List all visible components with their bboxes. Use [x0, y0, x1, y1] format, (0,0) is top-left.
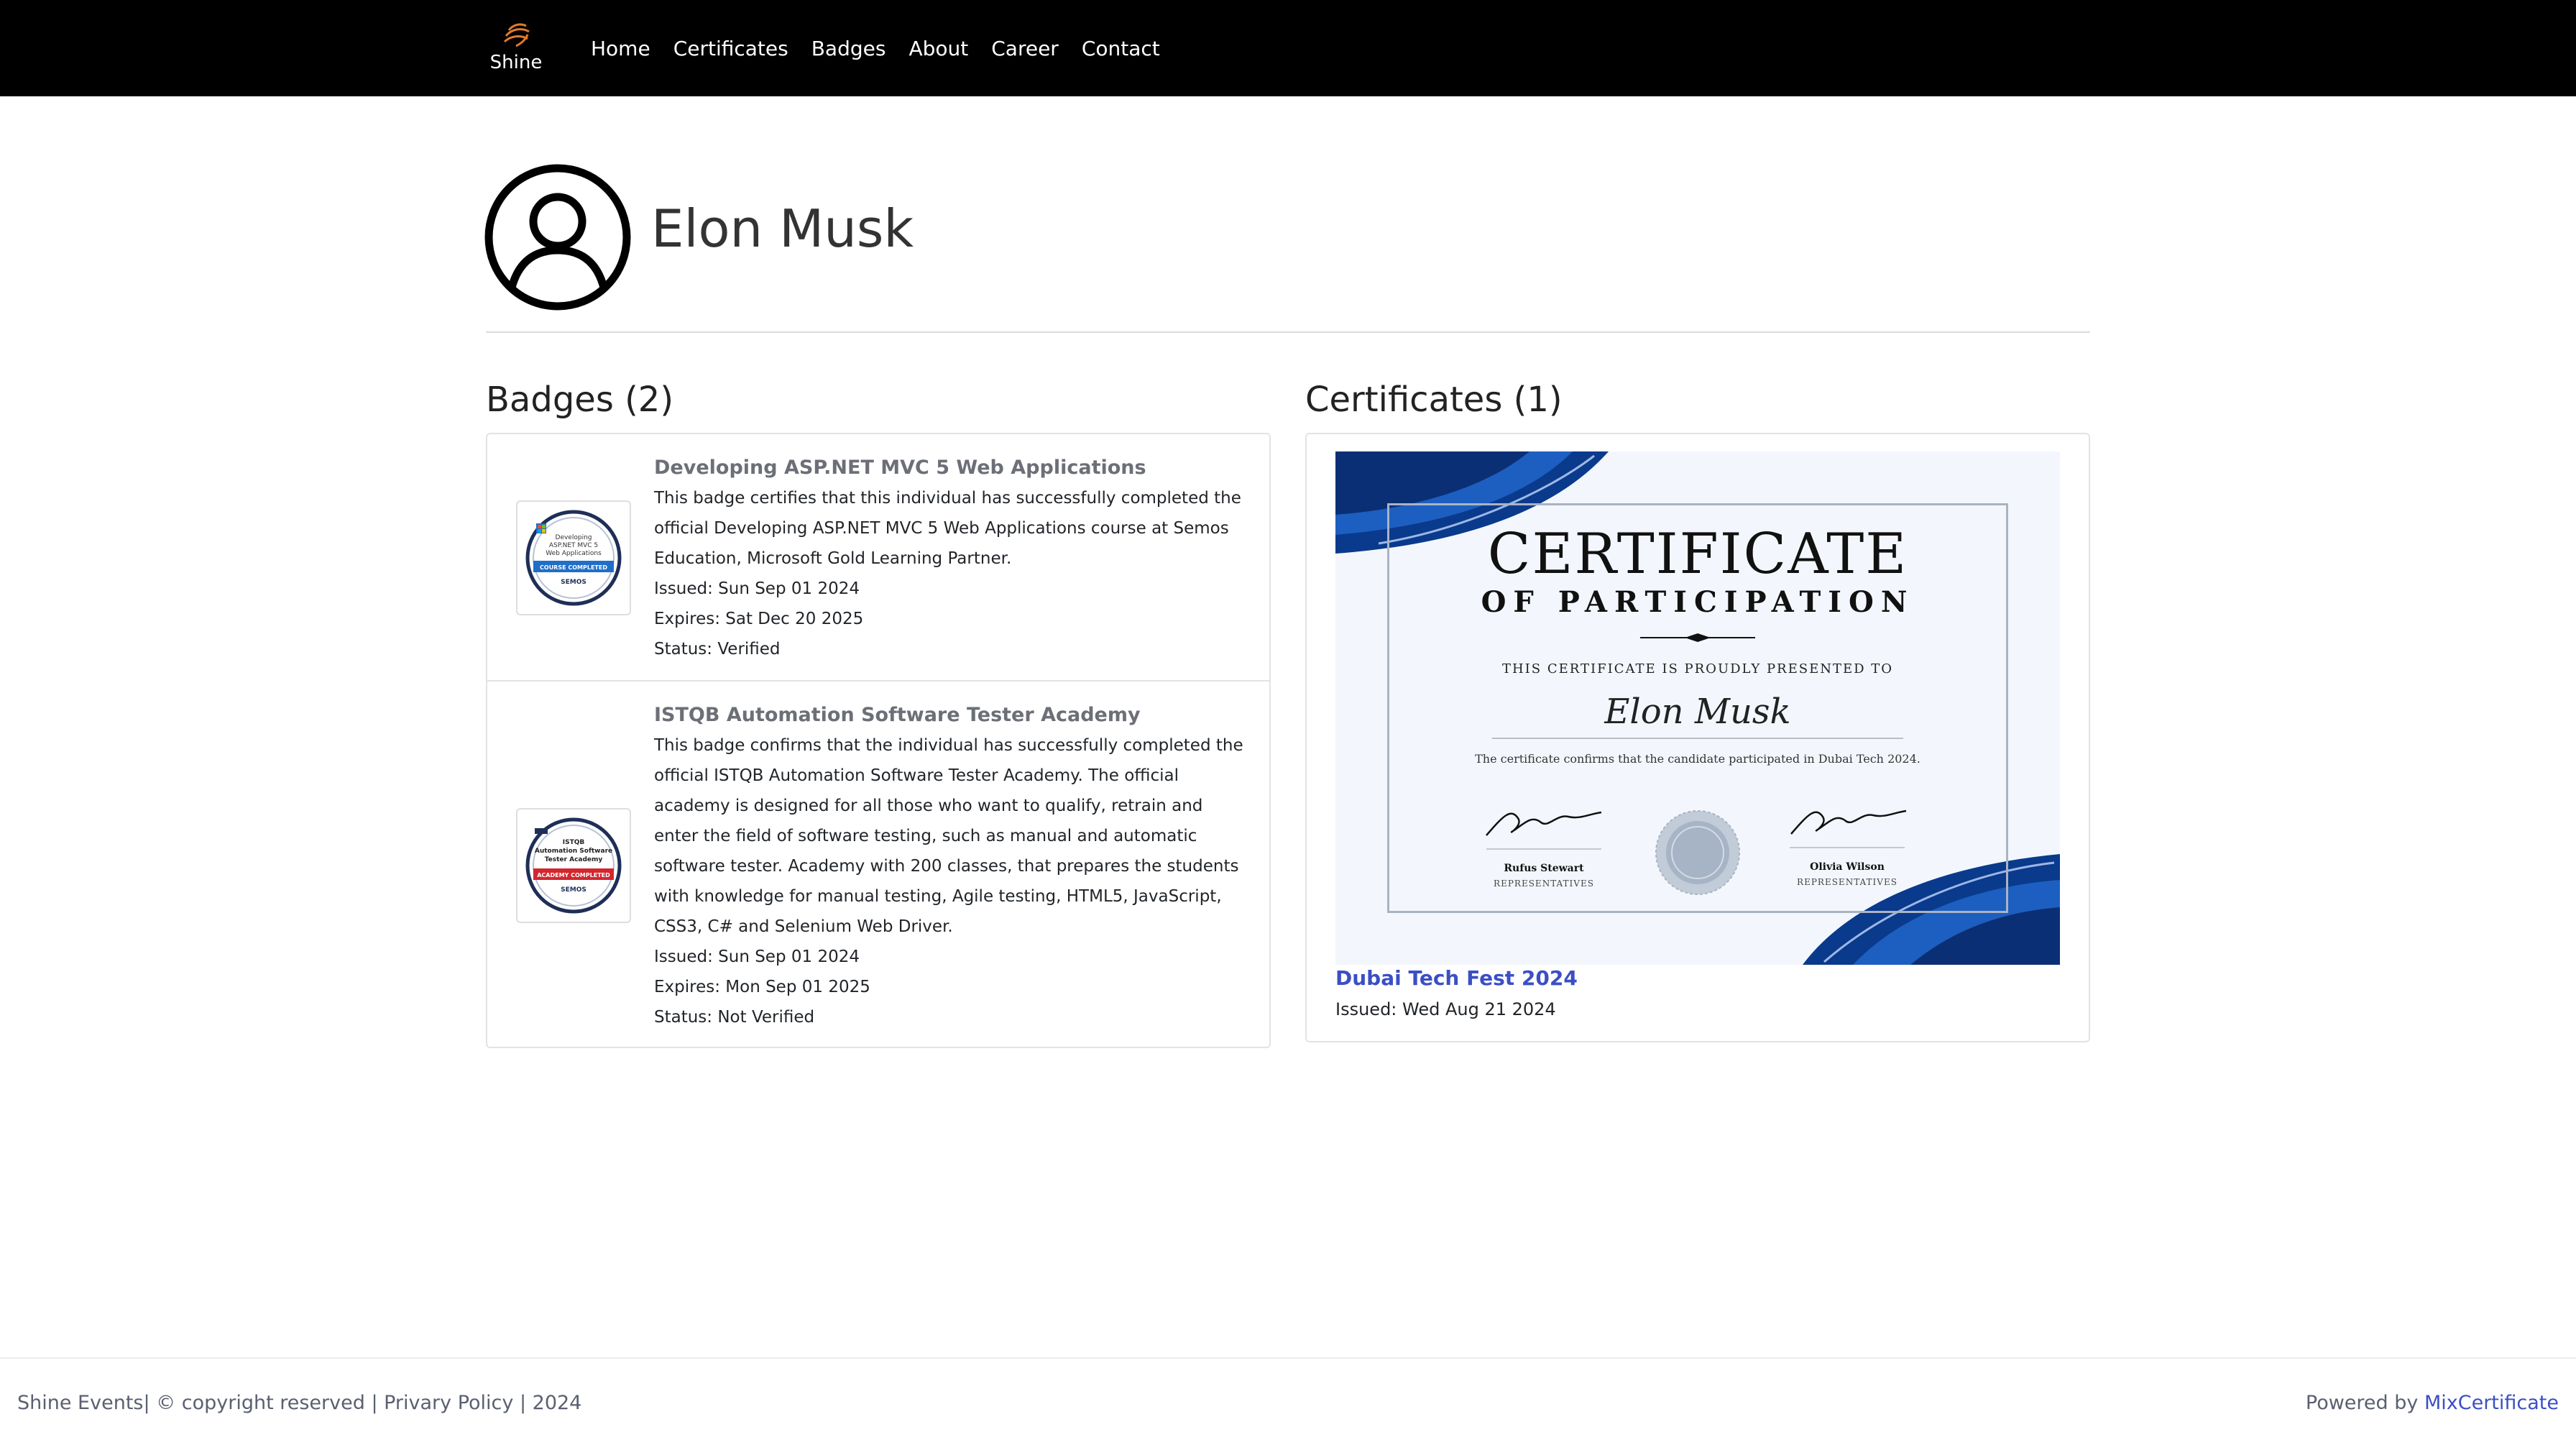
- nav-about[interactable]: About: [908, 37, 968, 60]
- brand-logo[interactable]: Shine: [486, 16, 546, 81]
- badge-title[interactable]: Developing ASP.NET MVC 5 Web Application…: [654, 453, 1251, 483]
- badge-details: Developing ASP.NET MVC 5 Web Application…: [654, 453, 1251, 664]
- certificate-issued: Issued: Wed Aug 21 2024: [1335, 999, 1556, 1019]
- badge-medal-icon: ISTQB Automation Software Tester Academy…: [525, 817, 622, 914]
- nav-menu: Home Certificates Badges About Career Co…: [591, 0, 1160, 96]
- badge-expires: Expires: Mon Sep 01 2025: [654, 978, 870, 996]
- badge-issued: Issued: Sun Sep 01 2024: [654, 579, 860, 598]
- signature-line: [1486, 848, 1601, 850]
- badge-status: Status: Not Verified: [654, 1008, 815, 1027]
- flame-logo-icon: [503, 23, 530, 47]
- certificate-event-link[interactable]: Dubai Tech Fest 2024: [1335, 966, 1578, 990]
- profile-name: Elon Musk: [651, 198, 914, 259]
- signer-right-role: REPRESENTATIVES: [1797, 877, 1898, 887]
- badge-image-line: Web Applications: [546, 550, 602, 557]
- certificate-heading: CERTIFICATE: [1487, 522, 1908, 587]
- certificates-heading: Certificates (1): [1305, 380, 1563, 420]
- nav-career[interactable]: Career: [991, 37, 1059, 60]
- powered-by-label: Powered by: [2305, 1392, 2419, 1414]
- badge-item: Developing ASP.NET MVC 5 Web Application…: [487, 434, 1269, 682]
- brand-name: Shine: [489, 52, 543, 73]
- certificate-presented-text: THIS CERTIFICATE IS PROUDLY PRESENTED TO: [1501, 661, 1894, 676]
- footer-divider: [0, 1357, 2576, 1359]
- badge-expires: Expires: Sat Dec 20 2025: [654, 610, 864, 628]
- user-avatar-icon: [484, 164, 631, 311]
- signer-left-role: REPRESENTATIVES: [1494, 879, 1594, 889]
- top-navbar: Shine Home Certificates Badges About Car…: [0, 0, 2576, 96]
- badge-image[interactable]: Developing ASP.NET MVC 5 Web Application…: [516, 500, 631, 615]
- badge-image-org: SEMOS: [561, 579, 586, 586]
- badge-description: This badge certifies that this individua…: [654, 489, 1241, 568]
- ornament-divider-icon: [1640, 633, 1755, 642]
- badge-image-line: Tester Academy: [545, 856, 603, 863]
- certificate-image[interactable]: CERTIFICATE OF PARTICIPATION THIS CERTIF…: [1335, 451, 2060, 965]
- mixcertificate-link[interactable]: MixCertificate: [2424, 1392, 2559, 1414]
- signature-left-icon: [1486, 811, 1602, 836]
- badge-image[interactable]: ISTQB Automation Software Tester Academy…: [516, 808, 631, 923]
- nav-certificates[interactable]: Certificates: [673, 37, 788, 60]
- certificate-confirm-text: The certificate confirms that the candid…: [1475, 752, 1920, 766]
- certificate-subheading: OF PARTICIPATION: [1481, 585, 1915, 619]
- badge-image-line: Developing: [556, 534, 592, 541]
- nav-home[interactable]: Home: [591, 37, 650, 60]
- footer-powered-by: Powered by MixCertificate: [2306, 1392, 2559, 1414]
- badge-image-line: ISTQB: [563, 839, 585, 846]
- badge-image-line: ASP.NET MVC 5: [549, 542, 598, 549]
- profile-divider: [486, 331, 2090, 333]
- signature-right-icon: [1790, 809, 1907, 835]
- recipient-underline: [1492, 738, 1903, 739]
- badge-image-line: Automation Software: [535, 848, 612, 855]
- badge-description: This badge confirms that the individual …: [654, 736, 1243, 936]
- badge-image-org: SEMOS: [561, 886, 586, 894]
- certificate-recipient: Elon Musk: [1604, 692, 1791, 732]
- badges-heading: Badges (2): [486, 380, 674, 420]
- badge-issued: Issued: Sun Sep 01 2024: [654, 948, 860, 966]
- badge-image-band: COURSE COMPLETED: [540, 564, 607, 571]
- signer-left-name: Rufus Stewart: [1504, 863, 1584, 874]
- nav-badges[interactable]: Badges: [811, 37, 886, 60]
- certificates-list: CERTIFICATE OF PARTICIPATION THIS CERTIF…: [1305, 433, 2090, 1042]
- badges-list: Developing ASP.NET MVC 5 Web Application…: [486, 433, 1271, 1048]
- badge-status: Status: Verified: [654, 640, 781, 659]
- nav-contact[interactable]: Contact: [1082, 37, 1160, 60]
- footer-copyright: Shine Events| © copyright reserved | Pri…: [17, 1392, 582, 1414]
- badge-title[interactable]: ISTQB Automation Software Tester Academy: [654, 700, 1251, 730]
- badge-medal-icon: Developing ASP.NET MVC 5 Web Application…: [525, 510, 622, 606]
- signature-line: [1790, 847, 1905, 848]
- badge-item: ISTQB Automation Software Tester Academy…: [487, 682, 1269, 1048]
- badge-details: ISTQB Automation Software Tester Academy…: [654, 700, 1251, 1032]
- seal-icon: [1655, 810, 1740, 895]
- signer-right-name: Olivia Wilson: [1810, 861, 1885, 873]
- badge-image-band: ACADEMY COMPLETED: [537, 872, 610, 879]
